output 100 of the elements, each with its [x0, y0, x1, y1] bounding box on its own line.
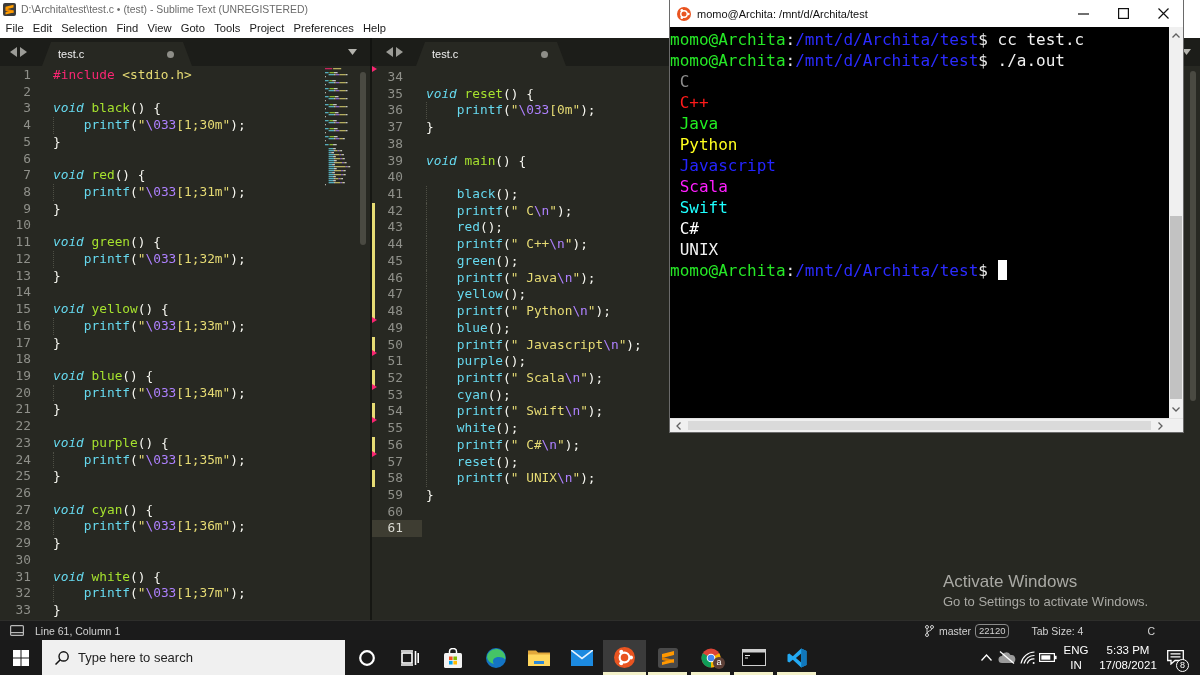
line-number: 1: [23, 67, 31, 84]
clock-date[interactable]: 17/08/2021: [1099, 657, 1157, 673]
line-number: 10: [15, 217, 31, 235]
code-line: void black() {: [53, 100, 161, 118]
line-number: 44: [387, 236, 403, 253]
close-icon[interactable]: [1157, 8, 1169, 19]
line-number: 19: [15, 367, 31, 385]
chevron-up-icon[interactable]: [980, 654, 992, 661]
previous-arrow-icon[interactable]: [10, 47, 17, 57]
line-number: 35: [387, 85, 403, 103]
scroll-right-icon[interactable]: [1158, 421, 1163, 430]
next-arrow-icon[interactable]: [20, 47, 27, 57]
line-number: 40: [387, 169, 403, 187]
menu-item[interactable]: Goto: [176, 18, 210, 38]
wifi-icon[interactable]: [1019, 651, 1035, 664]
line-number: 49: [387, 319, 403, 337]
menu-item[interactable]: Help: [358, 18, 391, 38]
line-number: 56: [387, 436, 403, 454]
menu-item[interactable]: Project: [244, 18, 289, 38]
region-code[interactable]: IN: [1070, 657, 1082, 673]
battery-icon[interactable]: [1038, 653, 1057, 662]
code-line: }: [53, 200, 61, 218]
code-line: printf("\033[1;31m");: [82, 184, 246, 201]
code-line: printf(" Java\n");: [455, 269, 596, 287]
prompt-line: momo@Archita:/mnt/d/Archita/test$: [670, 259, 988, 281]
line-number: 33: [15, 602, 31, 619]
taskbar-button[interactable]: a: [689, 640, 732, 675]
code-line: void green() {: [53, 234, 161, 251]
code-line: }: [53, 133, 61, 151]
syntax-name[interactable]: C: [1147, 624, 1155, 637]
branch-icon: [924, 624, 934, 637]
code-line: printf(" Swift\n");: [455, 403, 604, 421]
scrollbar-thumb[interactable]: [360, 72, 366, 245]
line-number: 41: [387, 186, 403, 203]
line-number: 22: [15, 418, 31, 435]
code-line: }: [53, 401, 61, 419]
line-number: 31: [15, 568, 31, 586]
line-number: 29: [15, 535, 31, 552]
taskbar-button[interactable]: [603, 640, 646, 675]
scroll-up-icon[interactable]: [1172, 33, 1180, 38]
code-line: blue();: [455, 319, 511, 337]
line-number: 26: [15, 484, 31, 502]
dropdown-caret-icon[interactable]: [1182, 49, 1191, 55]
line-number: 42: [387, 202, 403, 220]
minimize-icon[interactable]: [1077, 12, 1089, 15]
shopping-bag-icon: [442, 647, 463, 668]
clock-time[interactable]: 5:33 PM: [1106, 642, 1150, 658]
output-line: C: [679, 70, 690, 92]
code-line: void white() {: [53, 568, 161, 586]
line-number: 3: [23, 100, 31, 118]
menu-item[interactable]: Edit: [28, 18, 57, 38]
code-line: void red() {: [53, 167, 146, 185]
folder-icon: [527, 648, 550, 667]
file-tab[interactable]: test.c: [416, 42, 566, 66]
line-number: 12: [15, 250, 31, 268]
scrollbar-thumb[interactable]: [1190, 71, 1196, 401]
line-number: 6: [23, 150, 31, 168]
language-code[interactable]: ENG: [1063, 642, 1089, 658]
code-line: }: [53, 468, 61, 485]
code-line: printf(" UNIX\n");: [455, 470, 596, 487]
scroll-left-icon[interactable]: [676, 421, 681, 430]
branch-name[interactable]: master: [938, 624, 972, 637]
line-number: 46: [387, 269, 403, 287]
line-number: 30: [15, 551, 31, 569]
line-number: 15: [15, 301, 31, 318]
maximize-icon[interactable]: [1117, 8, 1129, 19]
previous-arrow-icon[interactable]: [386, 47, 393, 57]
menu-item[interactable]: Selection: [56, 18, 112, 38]
prompt-line: momo@Archita:/mnt/d/Archita/test$ cc test.c: [670, 28, 1085, 50]
next-arrow-icon[interactable]: [396, 47, 403, 57]
menu-item[interactable]: File: [1, 18, 29, 38]
line-number: 21: [15, 401, 31, 419]
line-number: 48: [387, 303, 403, 320]
menu-item[interactable]: Preferences: [288, 18, 359, 38]
envelope-icon: [570, 649, 593, 666]
file-tab[interactable]: test.c: [42, 42, 192, 66]
menu-item[interactable]: View: [142, 18, 177, 38]
line-number: 61: [387, 520, 403, 538]
line-number: 43: [387, 219, 403, 237]
code-line: printf(" C++\n");: [455, 236, 588, 253]
tab-size[interactable]: Tab Size: 4: [1031, 624, 1084, 637]
scrollbar-thumb[interactable]: [1170, 216, 1182, 399]
line-number: 54: [387, 403, 403, 421]
line-number: 23: [15, 434, 31, 452]
line-number: 18: [15, 351, 31, 368]
menu-item[interactable]: Find: [111, 18, 143, 38]
line-number: 36: [387, 102, 403, 120]
line-number: 14: [15, 284, 31, 302]
code-line: red();: [455, 219, 504, 237]
line-number: 58: [387, 470, 403, 487]
panel-icon[interactable]: [10, 625, 24, 636]
line-number: 5: [23, 133, 31, 151]
menu-item[interactable]: Tools: [209, 18, 245, 38]
scroll-down-icon[interactable]: [1172, 407, 1180, 412]
dropdown-caret-icon[interactable]: [348, 49, 357, 55]
swirl-logo-icon: [485, 647, 506, 668]
code-line: }: [426, 119, 434, 136]
cloud-off-icon[interactable]: [997, 651, 1016, 664]
terminal-title: momo@Archita: /mnt/d/Archita/test: [697, 7, 868, 20]
cursor-position: Line 61, Column 1: [35, 624, 121, 637]
